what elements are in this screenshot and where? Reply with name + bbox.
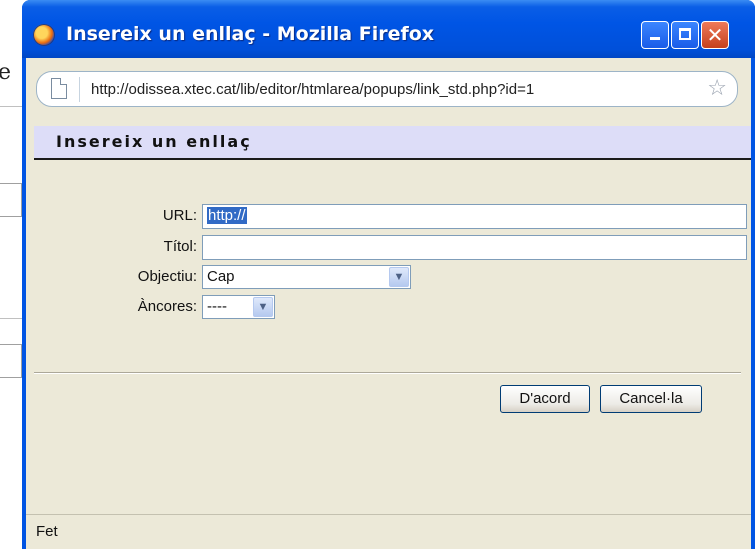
background-separator [0, 106, 22, 107]
page-icon [51, 78, 67, 99]
maximize-icon [679, 28, 691, 40]
target-label: Objectiu: [137, 268, 197, 285]
url-input-value: http:// [207, 207, 247, 224]
chevron-down-icon[interactable]: ▼ [253, 297, 273, 317]
address-bar[interactable]: http://odissea.xtec.cat/lib/editor/htmla… [36, 71, 738, 107]
popup-window: Insereix un enllaç - Mozilla Firefox ✕ h… [22, 0, 755, 549]
background-text-fragment: e [0, 60, 12, 85]
url-input[interactable]: http:// [202, 204, 747, 229]
background-page-box [0, 344, 22, 378]
star-icon[interactable]: ☆ [707, 77, 727, 101]
minimize-icon [650, 37, 660, 40]
address-separator [79, 77, 80, 102]
dialog-title: Insereix un enllaç [56, 132, 252, 151]
target-select-value: Cap [207, 268, 235, 285]
cancel-button[interactable]: Cancel·la [600, 385, 702, 413]
window-client-area: http://odissea.xtec.cat/lib/editor/htmla… [26, 58, 751, 549]
firefox-icon [33, 24, 55, 46]
url-label: URL: [162, 207, 197, 224]
status-text: Fet [36, 523, 58, 540]
anchors-select[interactable]: ---- ▼ [202, 295, 275, 319]
dialog-header: Insereix un enllaç [34, 126, 751, 160]
title-input[interactable] [202, 235, 747, 260]
maximize-button[interactable] [671, 21, 699, 49]
minimize-button[interactable] [641, 21, 669, 49]
dialog-divider [34, 372, 741, 374]
link-dialog: Insereix un enllaç URL: http:// Títol: O… [26, 120, 751, 549]
anchors-label: Àncores: [137, 298, 197, 315]
anchors-select-value: ---- [207, 298, 227, 315]
title-bar[interactable]: Insereix un enllaç - Mozilla Firefox ✕ [22, 0, 755, 58]
background-page-box [0, 183, 22, 217]
ok-button[interactable]: D'acord [500, 385, 590, 413]
target-select[interactable]: Cap ▼ [202, 265, 411, 289]
title-label: Títol: [163, 238, 197, 255]
status-bar: Fet [26, 514, 751, 549]
background-separator [0, 318, 22, 319]
close-button[interactable]: ✕ [701, 21, 729, 49]
close-icon: ✕ [706, 23, 724, 47]
window-title: Insereix un enllaç - Mozilla Firefox [66, 23, 435, 45]
address-url[interactable]: http://odissea.xtec.cat/lib/editor/htmla… [91, 81, 534, 98]
chevron-down-icon[interactable]: ▼ [389, 267, 409, 287]
